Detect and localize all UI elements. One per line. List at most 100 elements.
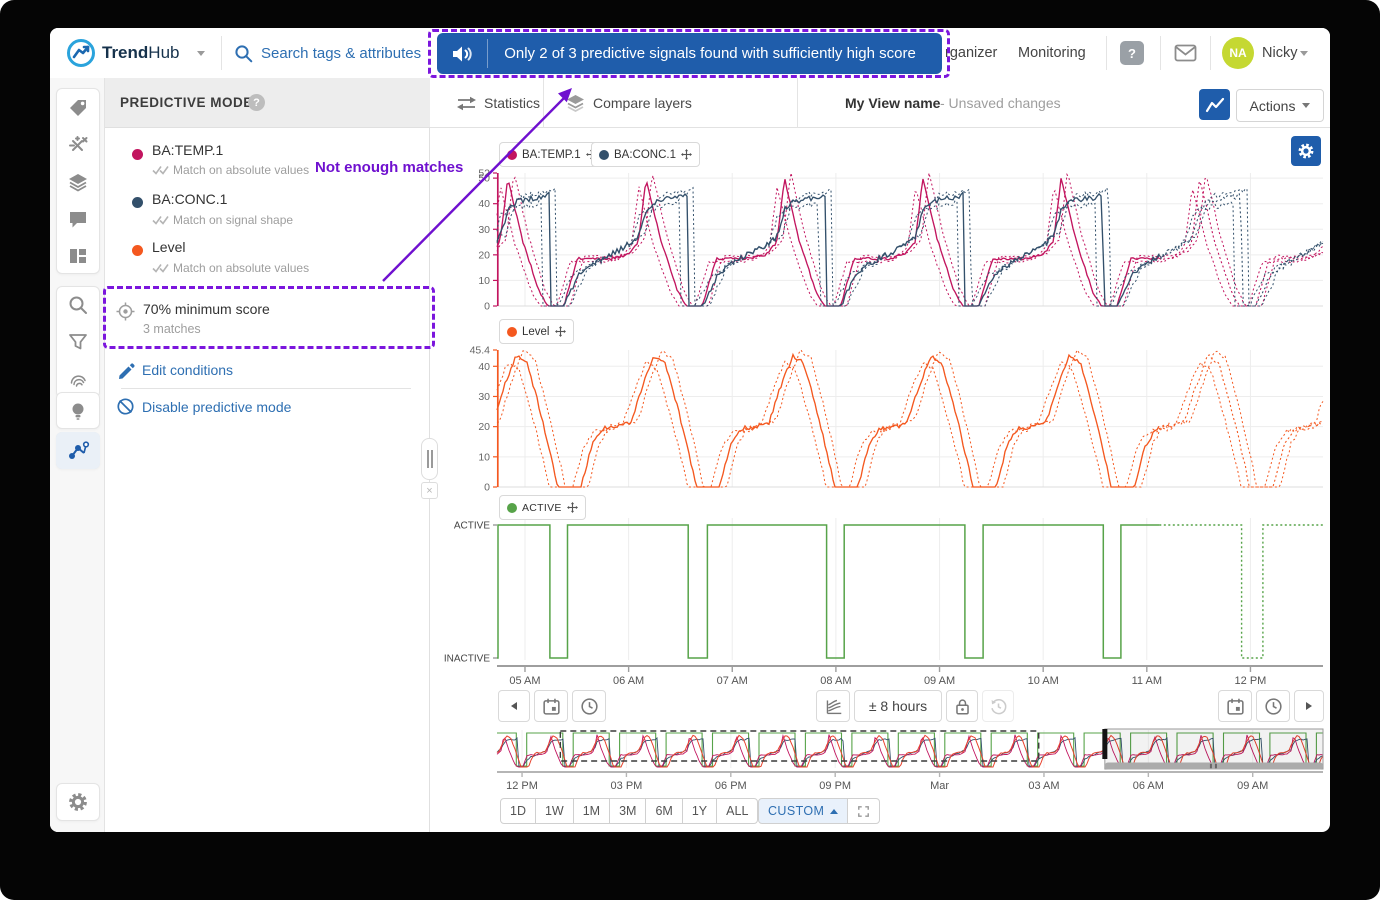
history-button[interactable]: [982, 690, 1014, 722]
legend-chip-level[interactable]: Level: [499, 319, 574, 344]
panel-help-icon[interactable]: ?: [248, 94, 265, 111]
arrow-right-icon: [1305, 701, 1313, 711]
user-chevron-down-icon[interactable]: [1300, 51, 1308, 56]
filter-icon: [67, 331, 89, 353]
range-all[interactable]: ALL: [716, 798, 758, 824]
nav-monitoring[interactable]: Monitoring: [1018, 45, 1086, 61]
pan-left-button[interactable]: [498, 690, 530, 722]
search-input[interactable]: Search tags & attributes: [261, 45, 421, 62]
minimum-score[interactable]: 70% minimum score: [143, 301, 270, 317]
sidebar-item-formulas[interactable]: [56, 126, 100, 163]
svg-text:03 AM: 03 AM: [1028, 780, 1059, 792]
app-window: TrendHub Search tags & attributes Only 2…: [50, 28, 1330, 832]
svg-text:09 AM: 09 AM: [924, 675, 955, 687]
chart-view-button[interactable]: [1199, 89, 1230, 120]
svg-text:45.4: 45.4: [470, 345, 491, 357]
trend-charts[interactable]: 525040302010045.4403020100ACTIVEINACTIVE…: [430, 128, 1330, 832]
sidebar-item-search[interactable]: [56, 286, 100, 323]
range-3m[interactable]: 3M: [609, 798, 646, 824]
layers-icon: [67, 171, 89, 193]
start-calendar-button[interactable]: [534, 690, 568, 722]
help-icon[interactable]: ?: [1120, 41, 1144, 65]
legend-chip-ba-conc-1[interactable]: BA:CONC.1: [591, 142, 700, 167]
sidebar-item-recommendations[interactable]: [56, 392, 100, 429]
move-icon[interactable]: [681, 149, 692, 160]
svg-text:20: 20: [478, 421, 490, 433]
sidebar-item-dashboard[interactable]: [56, 237, 100, 274]
range-button-group: 1D 1W 1M 3M 6M 1Y ALL: [500, 798, 758, 824]
move-icon[interactable]: [555, 326, 566, 337]
lock-window-button[interactable]: [946, 690, 978, 722]
signal-name[interactable]: BA:TEMP.1: [152, 142, 223, 158]
sidebar-item-tags[interactable]: [56, 89, 100, 126]
svg-text:10: 10: [478, 451, 490, 463]
avatar[interactable]: NA: [1222, 37, 1254, 69]
trendhub-logo-icon: [66, 38, 96, 68]
svg-text:07 AM: 07 AM: [717, 675, 748, 687]
tab-statistics[interactable]: Statistics: [484, 95, 540, 111]
edit-conditions-link[interactable]: Edit conditions: [142, 362, 233, 378]
panel-close-button[interactable]: ×: [421, 482, 438, 499]
range-1m[interactable]: 1M: [573, 798, 610, 824]
sidebar-item-layers[interactable]: [56, 163, 100, 200]
sidebar-item-comments[interactable]: [56, 200, 100, 237]
screen: TrendHub Search tags & attributes Only 2…: [0, 0, 1380, 900]
svg-text:0: 0: [484, 482, 490, 494]
svg-text:12 PM: 12 PM: [1235, 675, 1267, 687]
logo-chevron-down-icon[interactable]: [197, 51, 205, 56]
range-1y[interactable]: 1Y: [682, 798, 717, 824]
arrow-left-icon: [510, 701, 518, 711]
legend-chip-ba-temp-1[interactable]: BA:TEMP.1: [499, 142, 605, 167]
tab-compare-layers[interactable]: Compare layers: [593, 95, 692, 111]
formula-icon: [67, 134, 89, 156]
svg-text:08 AM: 08 AM: [820, 675, 851, 687]
logo-bold: Trend: [102, 43, 148, 62]
range-1w[interactable]: 1W: [535, 798, 574, 824]
double-check-icon: [152, 165, 169, 176]
panel-resize-handle[interactable]: [421, 438, 438, 480]
sidebar-item-predictive[interactable]: [56, 432, 100, 469]
legend-chip-active[interactable]: ACTIVE: [499, 495, 586, 520]
disable-predictive-link[interactable]: Disable predictive mode: [142, 399, 291, 415]
range-custom[interactable]: CUSTOM: [758, 798, 848, 824]
pan-right-button[interactable]: [1294, 690, 1324, 722]
calendar-icon: [1226, 697, 1245, 716]
custom-range-group: CUSTOM: [758, 798, 880, 824]
svg-text:30: 30: [478, 224, 490, 236]
svg-text:40: 40: [478, 198, 490, 210]
svg-text:40: 40: [478, 361, 490, 373]
range-1d[interactable]: 1D: [500, 798, 536, 824]
signal-match-type: Match on signal shape: [173, 213, 293, 227]
svg-text:20: 20: [478, 249, 490, 261]
header-divider: [797, 78, 798, 128]
speaker-icon: [451, 43, 474, 65]
user-name[interactable]: Nicky: [1262, 45, 1297, 61]
actions-label: Actions: [1250, 98, 1296, 114]
signal-dot: [132, 245, 143, 256]
signal-name[interactable]: BA:CONC.1: [152, 191, 227, 207]
start-time-button[interactable]: [572, 690, 606, 722]
chart-settings-button[interactable]: [1291, 136, 1321, 166]
signal-name[interactable]: Level: [152, 239, 185, 255]
mail-icon[interactable]: [1174, 44, 1197, 62]
sidebar-item-filter[interactable]: [56, 323, 100, 360]
rail-search-icon: [67, 294, 89, 316]
end-calendar-button[interactable]: [1218, 690, 1252, 722]
compare-scales-button[interactable]: [816, 690, 850, 722]
view-name: My View name: [845, 95, 940, 111]
move-icon[interactable]: [567, 502, 578, 513]
search-icon: [234, 44, 253, 63]
sidebar-item-settings[interactable]: [56, 783, 100, 820]
expand-range-button[interactable]: [847, 798, 880, 824]
end-time-button[interactable]: [1256, 690, 1290, 722]
time-window-button[interactable]: ± 8 hours: [854, 690, 942, 722]
chart-gear-icon: [1296, 141, 1316, 161]
nav-organizer[interactable]: rganizer: [945, 45, 997, 61]
app-logo[interactable]: TrendHub: [102, 43, 179, 63]
svg-text:11 AM: 11 AM: [1132, 675, 1162, 687]
range-6m[interactable]: 6M: [645, 798, 682, 824]
logo-light: Hub: [148, 43, 179, 62]
notification-banner[interactable]: Only 2 of 3 predictive signals found wit…: [437, 33, 942, 74]
actions-button[interactable]: Actions: [1236, 89, 1324, 122]
expand-icon: [857, 805, 870, 818]
